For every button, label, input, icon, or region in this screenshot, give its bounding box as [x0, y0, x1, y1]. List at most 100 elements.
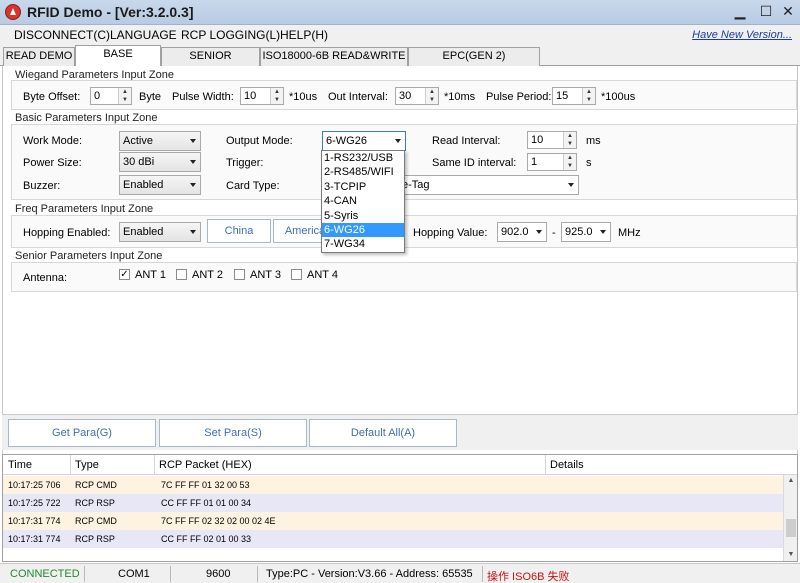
byte-unit: Byte: [139, 91, 162, 103]
ant2-checkbox[interactable]: [176, 269, 187, 280]
log-scrollbar[interactable]: ▲ ▼: [783, 475, 797, 561]
output-mode-select[interactable]: 6-WG26: [322, 131, 406, 151]
menu-help[interactable]: HELP(H): [280, 28, 328, 42]
status-bar: CONNECTED COM1 9600 Type:PC - Version:V3…: [0, 563, 800, 583]
ant3-label: ANT 3: [250, 269, 281, 281]
byte-offset-label: Byte Offset:: [23, 91, 81, 103]
device-info: Type:PC - Version:V3.66 - Address: 65535: [266, 568, 473, 580]
pulse-width-label: Pulse Width:: [172, 91, 234, 103]
spin-up-icon: ▲: [429, 89, 435, 95]
table-row[interactable]: 10:17:25 706 RCP CMD 7C FF FF 01 32 00 53: [3, 476, 783, 494]
chevron-down-icon: [536, 230, 542, 234]
chevron-down-icon: [190, 230, 196, 234]
title-bar: RFID Demo - [Ver:3.2.0.3] ▁ ☐ ✕: [0, 0, 800, 25]
tab-read-demo[interactable]: READ DEMO: [3, 47, 75, 66]
default-all-button[interactable]: Default All(A): [309, 419, 457, 447]
col-details[interactable]: Details: [550, 459, 584, 471]
port-status: COM1: [118, 568, 150, 580]
output-option[interactable]: 4-CAN: [322, 194, 404, 208]
hopping-enabled-select[interactable]: Enabled: [119, 222, 201, 242]
buzzer-label: Buzzer:: [23, 180, 61, 192]
spin-down-icon: ▼: [586, 97, 592, 103]
tab-bar: READ DEMO BASE SETTINGS SENIOR SETTINGS …: [0, 45, 800, 79]
window-title: RFID Demo - [Ver:3.2.0.3]: [27, 4, 194, 20]
same-id-unit: s: [586, 157, 592, 169]
new-version-link[interactable]: Have New Version...: [692, 29, 792, 41]
log-header: Time Type RCP Packet (HEX) Details: [3, 455, 797, 475]
chevron-down-icon: [600, 230, 606, 234]
out-interval-spinner[interactable]: 30 ▲ ▼: [395, 87, 439, 105]
menu-disconnect[interactable]: DISCONNECT(C): [14, 28, 110, 42]
spin-up-icon: ▲: [274, 89, 280, 95]
output-option-selected[interactable]: 6-WG26: [322, 222, 404, 238]
menu-bar: DISCONNECT(C) LANGUAGE RCP LOGGING(L) HE…: [0, 25, 800, 45]
get-para-button[interactable]: Get Para(G): [8, 419, 156, 447]
output-option[interactable]: 5-Syris: [322, 209, 404, 223]
tab-senior-settings[interactable]: SENIOR SETTINGS: [161, 47, 260, 79]
pulse-width-unit: *10us: [289, 91, 318, 103]
menu-language[interactable]: LANGUAGE: [110, 28, 177, 42]
scroll-down-icon: ▼: [787, 551, 795, 558]
byte-offset-spinner[interactable]: 0 ▲ ▼: [90, 87, 132, 105]
connection-status: CONNECTED: [10, 568, 80, 580]
ant4-label: ANT 4: [307, 269, 338, 281]
chevron-down-icon: [190, 160, 196, 164]
base-settings-panel: Wiegand Parameters Input Zone Byte Offse…: [2, 66, 798, 454]
tab-base-settings[interactable]: BASE SETTINGS: [75, 45, 161, 77]
work-mode-label: Work Mode:: [23, 135, 83, 147]
table-row[interactable]: 10:17:31 774 RCP RSP CC FF FF 02 01 00 33: [3, 530, 783, 548]
same-id-label: Same ID interval:: [432, 157, 517, 169]
set-para-button[interactable]: Set Para(S): [159, 419, 307, 447]
ant4-checkbox[interactable]: [291, 269, 302, 280]
ant1-label: ANT 1: [135, 269, 166, 281]
hop-dash: -: [552, 227, 556, 239]
maximize-button[interactable]: ☐: [756, 3, 776, 21]
trigger-label: Trigger:: [226, 157, 264, 169]
out-interval-unit: *10ms: [444, 91, 476, 103]
scroll-up-icon: ▲: [787, 477, 795, 484]
spin-up-icon: ▲: [567, 133, 573, 139]
hop-from-select[interactable]: 902.0: [497, 222, 547, 242]
output-option[interactable]: 2-RS485/WIFI: [322, 165, 404, 179]
read-interval-label: Read Interval:: [432, 135, 501, 147]
output-mode-label: Output Mode:: [226, 135, 293, 147]
freq-zone-title: Freq Parameters Input Zone: [15, 203, 154, 215]
col-packet[interactable]: RCP Packet (HEX): [159, 459, 252, 471]
col-time[interactable]: Time: [8, 459, 32, 471]
scroll-thumb[interactable]: [786, 519, 796, 537]
buzzer-select[interactable]: Enabled: [119, 175, 201, 195]
minimize-button[interactable]: ▁: [730, 3, 750, 21]
hop-to-select[interactable]: 925.0: [561, 222, 611, 242]
pulse-period-spinner[interactable]: 15 ▲ ▼: [552, 87, 596, 105]
close-button[interactable]: ✕: [778, 3, 798, 21]
work-mode-select[interactable]: Active: [119, 131, 201, 151]
spin-up-icon: ▲: [567, 155, 573, 161]
pulse-width-spinner[interactable]: 10 ▲ ▼: [240, 87, 284, 105]
china-button[interactable]: China: [207, 219, 271, 243]
read-interval-spinner[interactable]: 10 ▲ ▼: [527, 131, 577, 149]
table-row[interactable]: 10:17:25 722 RCP RSP CC FF FF 01 01 00 34: [3, 494, 783, 512]
output-option[interactable]: 1-RS232/USB: [322, 151, 404, 165]
output-option[interactable]: 3-TCPIP: [322, 180, 404, 194]
table-row[interactable]: 10:17:31 774 RCP CMD 7C FF FF 02 32 02 00 …: [3, 512, 783, 530]
menu-rcp-logging[interactable]: RCP LOGGING(L): [181, 28, 280, 42]
hopping-value-label: Hopping Value:: [413, 227, 488, 239]
read-interval-unit: ms: [586, 135, 601, 147]
output-option[interactable]: 7-WG34: [322, 237, 404, 251]
same-id-spinner[interactable]: 1 ▲ ▼: [527, 153, 577, 171]
error-status: 操作 ISO6B 失败: [487, 571, 570, 583]
ant2-label: ANT 2: [192, 269, 223, 281]
baud-status: 9600: [206, 568, 231, 580]
spin-down-icon: ▼: [122, 97, 128, 103]
antenna-label: Antenna:: [23, 272, 68, 284]
col-type[interactable]: Type: [75, 459, 99, 471]
chevron-down-icon: [568, 183, 574, 187]
tab-iso18000[interactable]: ISO18000-6B READ&WRITE: [260, 47, 408, 66]
chevron-down-icon: [190, 183, 196, 187]
power-size-select[interactable]: 30 dBi: [119, 152, 201, 172]
card-type-label: Card Type:: [226, 180, 280, 192]
ant1-checkbox[interactable]: ✓: [119, 269, 130, 280]
ant3-checkbox[interactable]: [234, 269, 245, 280]
basic-zone-title: Basic Parameters Input Zone: [15, 112, 158, 124]
tab-epc-gen2[interactable]: EPC(GEN 2) READ&WRITE: [408, 47, 540, 79]
